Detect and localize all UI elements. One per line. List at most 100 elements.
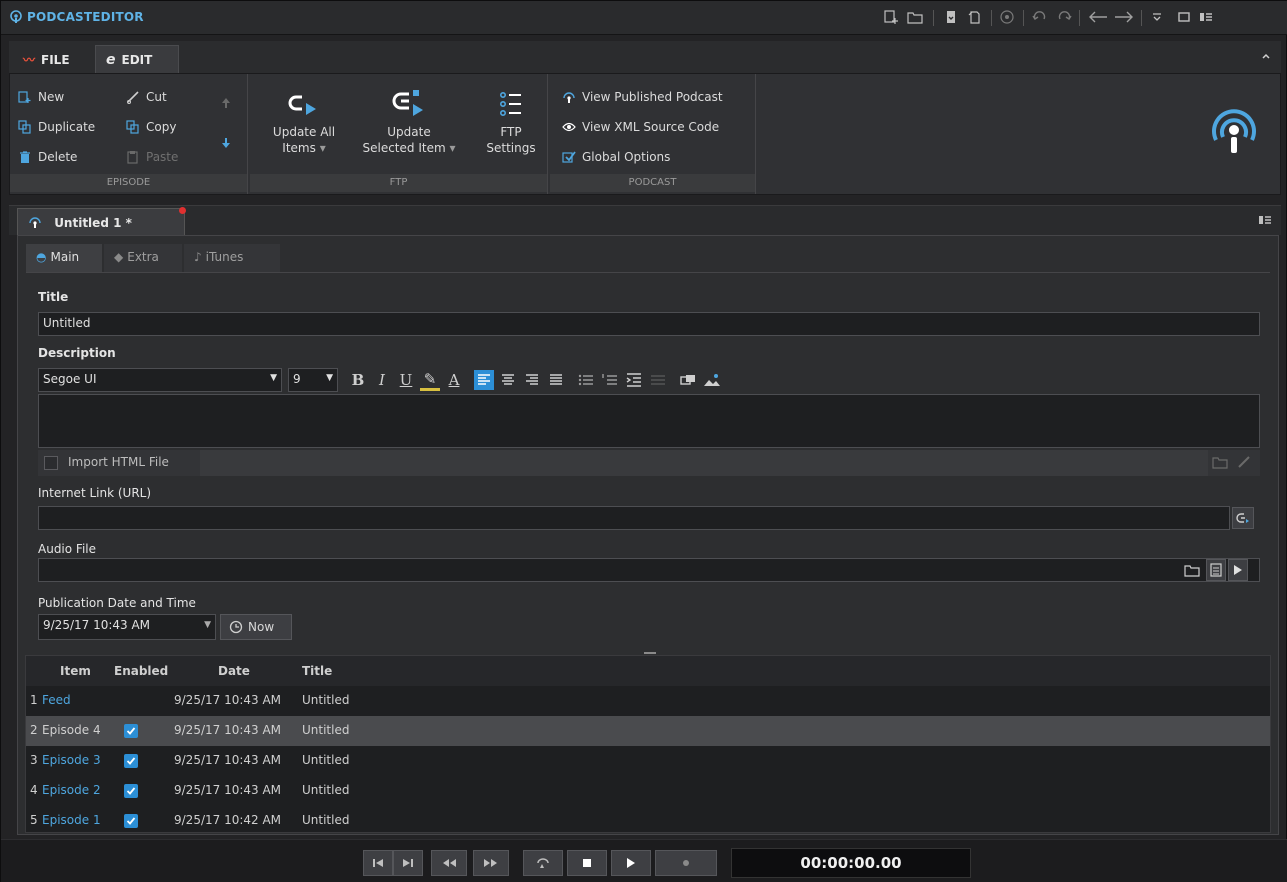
view-xml-source-button[interactable]: View XML Source Code — [562, 116, 719, 138]
italic-icon[interactable]: I — [372, 371, 392, 389]
tab-file[interactable]: 〰 FILE — [13, 45, 89, 73]
underline-icon[interactable]: U — [396, 371, 416, 389]
toolbar-separator — [991, 10, 992, 26]
cut-button[interactable]: Cut — [126, 86, 167, 108]
customize-dropdown-icon[interactable] — [1151, 9, 1169, 27]
enabled-checkbox[interactable] — [124, 754, 138, 768]
ribbon-tab-bar: 〰 FILE e EDIT — [9, 41, 1281, 73]
insert-image-icon[interactable] — [702, 370, 722, 390]
move-up-icon[interactable] — [220, 96, 232, 110]
outdent-icon[interactable] — [648, 370, 668, 390]
open-link-button[interactable] — [1232, 507, 1254, 529]
forward-arrow-icon[interactable] — [1113, 9, 1135, 27]
table-row[interactable]: 3 Episode 3 9/25/17 10:43 AM Untitled — [26, 746, 1270, 776]
rewind-icon — [441, 857, 457, 869]
browse-audio-folder-icon[interactable] — [1184, 563, 1200, 577]
header-title[interactable]: Title — [302, 656, 332, 686]
ftp-settings-button[interactable]: FTP Settings — [480, 84, 542, 156]
record-button[interactable] — [655, 850, 717, 876]
browse-folder-icon[interactable] — [1212, 455, 1228, 469]
open-folder-icon[interactable] — [907, 9, 925, 27]
audio-properties-button[interactable] — [1206, 559, 1226, 581]
paste-button[interactable]: Paste — [126, 146, 178, 168]
table-row[interactable]: 1 Feed 9/25/17 10:43 AM Untitled — [26, 686, 1270, 716]
copy-button[interactable]: Copy — [126, 116, 176, 138]
header-date[interactable]: Date — [218, 656, 250, 686]
tab-edit[interactable]: e EDIT — [95, 45, 179, 73]
font-name-select[interactable]: Segoe UI ▼ — [38, 368, 282, 392]
scissors-icon — [126, 90, 140, 104]
update-all-items-button[interactable]: Update All Items ▾ — [258, 84, 350, 156]
play-button[interactable] — [611, 850, 651, 876]
import-html-checkbox[interactable] — [44, 456, 58, 470]
save-as-icon[interactable] — [967, 9, 985, 27]
tab-main-label: Main — [50, 250, 80, 264]
font-color-icon[interactable]: A — [444, 371, 464, 389]
tab-untitled-1[interactable]: Untitled 1 * — [17, 207, 186, 236]
duplicate-button[interactable]: Duplicate — [18, 116, 95, 138]
indent-icon[interactable] — [624, 370, 644, 390]
numbered-list-icon[interactable] — [600, 370, 620, 390]
enabled-checkbox[interactable] — [124, 814, 138, 828]
duplicate-icon — [18, 120, 32, 134]
tab-itunes[interactable]: ♪ iTunes — [184, 244, 280, 272]
edit-pencil-icon[interactable] — [1236, 454, 1252, 470]
enabled-checkbox[interactable] — [124, 724, 138, 738]
record-settings-icon[interactable] — [999, 9, 1017, 27]
ftp-settings-label-1: FTP — [500, 125, 522, 139]
back-arrow-icon[interactable] — [1087, 9, 1109, 27]
font-size-select[interactable]: 9 ▼ — [288, 368, 338, 392]
play-audio-button[interactable] — [1228, 559, 1248, 581]
move-down-icon[interactable] — [220, 136, 232, 150]
ftp-settings-label-2: Settings — [486, 141, 536, 155]
new-file-icon[interactable] — [883, 9, 901, 27]
fast-forward-button[interactable] — [473, 850, 509, 876]
collapse-ribbon-icon[interactable] — [1261, 51, 1271, 61]
table-row[interactable]: 2 Episode 4 9/25/17 10:43 AM Untitled — [26, 716, 1270, 746]
save-icon[interactable] — [943, 9, 961, 27]
go-to-start-button[interactable] — [363, 850, 393, 876]
description-editor[interactable] — [38, 394, 1260, 448]
publication-date-picker[interactable]: 9/25/17 10:43 AM ▼ — [38, 614, 216, 640]
bullet-list-icon[interactable] — [576, 370, 596, 390]
title-input[interactable]: Untitled — [38, 312, 1260, 336]
row-number: 2 — [30, 723, 38, 737]
update-selected-icon — [358, 84, 460, 124]
dropdown-arrow-icon: ▾ — [449, 141, 456, 155]
panel-layout-icon[interactable] — [1199, 9, 1217, 27]
paste-icon — [126, 150, 140, 164]
table-row[interactable]: 4 Episode 2 9/25/17 10:43 AM Untitled — [26, 776, 1270, 806]
align-right-icon[interactable] — [522, 370, 542, 390]
undo-icon[interactable] — [1031, 9, 1049, 27]
maximize-icon[interactable] — [1177, 9, 1195, 27]
internet-link-input[interactable] — [38, 506, 1230, 530]
update-selected-item-button[interactable]: Update Selected Item ▾ — [358, 84, 460, 156]
update-all-icon — [258, 84, 350, 124]
toolbar-separator — [1079, 10, 1080, 26]
now-button[interactable]: Now — [220, 614, 292, 640]
splitter-handle[interactable] — [644, 652, 656, 654]
justify-icon[interactable] — [546, 370, 566, 390]
table-row[interactable]: 5 Episode 1 9/25/17 10:42 AM Untitled — [26, 806, 1270, 836]
delete-button[interactable]: Delete — [18, 146, 77, 168]
tab-main[interactable]: ◓ Main — [26, 244, 102, 272]
loop-button[interactable] — [523, 850, 563, 876]
header-item[interactable]: Item — [60, 656, 91, 686]
bold-icon[interactable]: B — [348, 371, 368, 389]
highlight-icon[interactable]: ✎ — [420, 370, 440, 391]
insert-link-icon[interactable] — [678, 370, 698, 390]
new-button[interactable]: New — [18, 86, 64, 108]
go-to-end-button[interactable] — [393, 850, 423, 876]
redo-icon[interactable] — [1055, 9, 1073, 27]
enabled-checkbox[interactable] — [124, 784, 138, 798]
global-options-button[interactable]: Global Options — [562, 146, 670, 168]
header-enabled[interactable]: Enabled — [114, 656, 168, 686]
panel-options-icon[interactable] — [1259, 215, 1271, 225]
align-left-icon[interactable] — [474, 370, 494, 390]
tab-extra[interactable]: ◆ Extra — [104, 244, 182, 272]
rewind-button[interactable] — [431, 850, 467, 876]
stop-button[interactable] — [567, 850, 607, 876]
audio-file-input[interactable] — [38, 558, 1260, 582]
align-center-icon[interactable] — [498, 370, 518, 390]
view-published-podcast-button[interactable]: View Published Podcast — [562, 86, 723, 108]
